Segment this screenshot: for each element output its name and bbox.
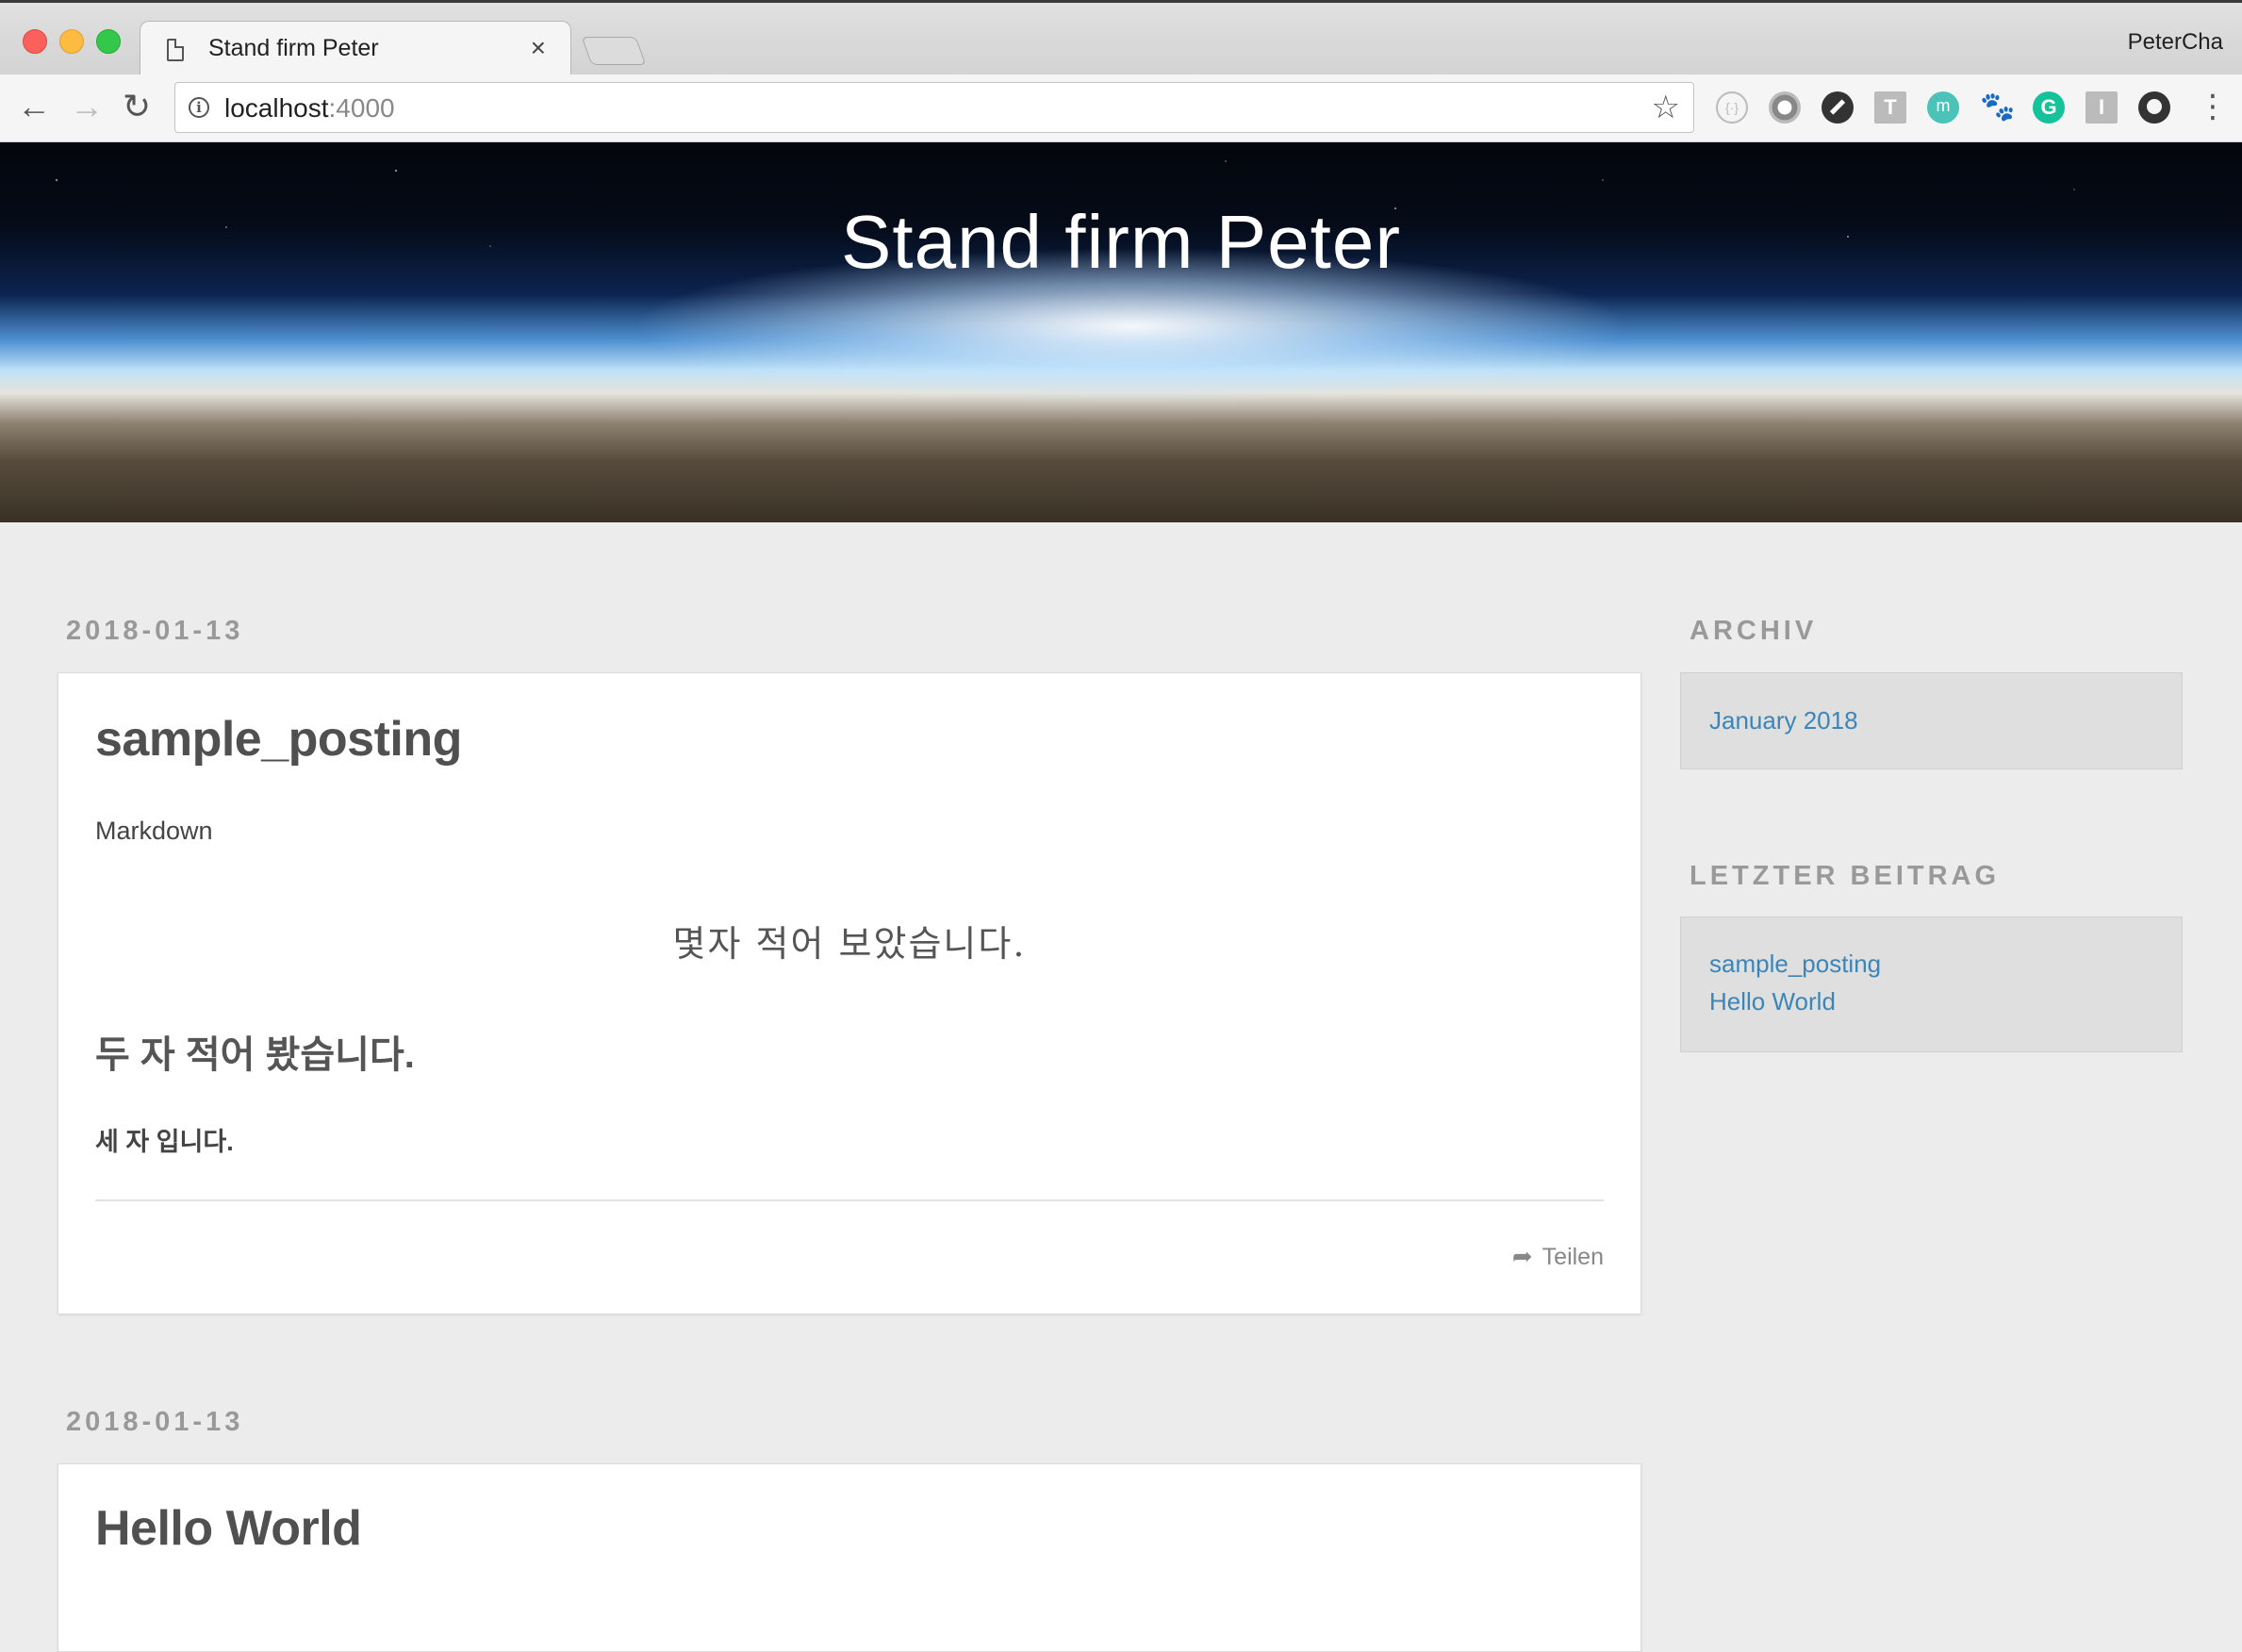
browser-tab-active[interactable]: Stand firm Peter × [140, 21, 571, 77]
github-extension-icon[interactable] [2138, 91, 2170, 124]
zoom-window-button[interactable] [96, 29, 121, 54]
post-card: Hello World [58, 1463, 1641, 1652]
t-extension-icon[interactable]: T [1874, 91, 1906, 124]
profile-name[interactable]: PeterCha [2128, 29, 2223, 56]
minimize-window-button[interactable] [59, 29, 84, 54]
browser-titlebar: Stand firm Peter × PeterCha [0, 0, 2242, 77]
close-window-button[interactable] [23, 29, 47, 54]
braces-extension-icon[interactable]: {·} [1716, 91, 1748, 124]
post-centered-text: 몇자 적어 보았습니다. [672, 923, 1027, 965]
url-port: :4000 [328, 93, 395, 123]
header-banner: Stand firm Peter [0, 142, 2242, 522]
browser-menu-icon[interactable]: ⋮ [2197, 88, 2229, 125]
post-title[interactable]: Hello World [95, 1500, 362, 1557]
share-label: Teilen [1541, 1244, 1604, 1270]
bookmark-star-icon[interactable]: ☆ [1652, 89, 1680, 126]
recent-post-link[interactable]: sample_posting [1709, 950, 1881, 979]
archive-heading: ARCHIV [1690, 616, 1818, 646]
site-title[interactable]: Stand firm Peter [0, 199, 2242, 286]
archive-box: January 2018 [1680, 672, 2183, 769]
post-divider [95, 1199, 1604, 1201]
post-date: 2018-01-13 [66, 1407, 244, 1437]
post-minor-heading: 세 자 입니다. [95, 1128, 234, 1156]
post-title[interactable]: sample_posting [95, 711, 462, 768]
info-icon[interactable]: i [189, 97, 209, 118]
browser-toolbar: ← → ↻ i localhost:4000 ☆ {·} T m 🐾 G I ⋮ [0, 74, 2242, 142]
url-text[interactable]: localhost:4000 [224, 93, 395, 124]
post-paragraph: Markdown [95, 817, 213, 845]
tab-title: Stand firm Peter [208, 35, 379, 61]
address-bar[interactable]: i localhost:4000 ☆ [174, 82, 1694, 133]
tab-close-icon[interactable]: × [531, 33, 546, 63]
recent-posts-box: sample_posting Hello World [1680, 917, 2183, 1052]
post-card: sample_posting Markdown 몇자 적어 보았습니다. 두 자… [58, 672, 1641, 1314]
post-subheading: 두 자 적어 봤습니다. [95, 1034, 415, 1076]
url-host: localhost [224, 93, 329, 123]
post-date: 2018-01-13 [66, 616, 244, 646]
reload-icon[interactable]: ↻ [123, 88, 151, 125]
recent-post-link[interactable]: Hello World [1709, 987, 1836, 1016]
gear-extension-icon[interactable] [1769, 91, 1801, 124]
new-tab-button[interactable] [581, 37, 647, 65]
grammarly-extension-icon[interactable]: G [2033, 91, 2065, 124]
document-icon [167, 39, 184, 61]
gnome-extension-icon[interactable]: 🐾 [1980, 91, 2015, 124]
recent-posts-heading: LETZTER BEITRAG [1690, 861, 2001, 891]
blocker-extension-icon[interactable] [1822, 91, 1854, 124]
m-extension-icon[interactable]: m [1927, 91, 1959, 124]
back-arrow-icon[interactable]: ← [17, 88, 51, 125]
forward-arrow-icon[interactable]: → [70, 88, 104, 125]
i-extension-icon[interactable]: I [2085, 91, 2118, 124]
archive-link[interactable]: January 2018 [1709, 706, 1858, 735]
share-button[interactable]: ➦ Teilen [1512, 1242, 1604, 1271]
share-icon: ➦ [1511, 1242, 1533, 1270]
